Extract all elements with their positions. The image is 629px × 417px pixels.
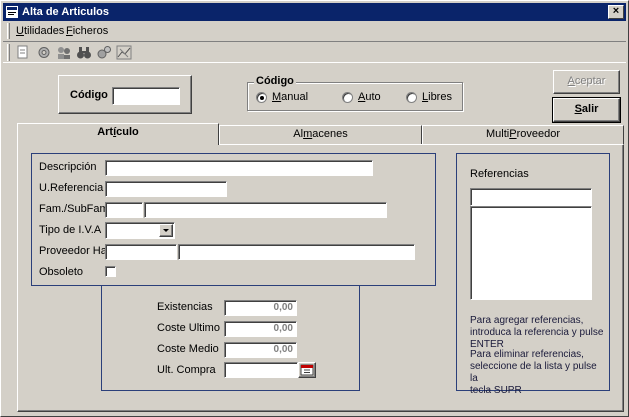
close-icon: × [612, 5, 620, 17]
radio-manual-label: Manual [272, 91, 309, 103]
coste-ultimo-label: Coste Ultimo [157, 322, 220, 334]
toolbar-gear-button[interactable] [34, 44, 54, 62]
radio-auto-dot [342, 92, 353, 103]
menu-ficheros-label: icheros [72, 25, 109, 37]
tipo-iva-select[interactable] [105, 222, 175, 239]
tab-articulo-label: Artículo [97, 126, 139, 138]
obsoleto-label: Obsoleto [39, 266, 84, 278]
referencias-title: Referencias [470, 168, 529, 180]
salir-label: Salir [574, 103, 599, 115]
toolbar-grip [7, 44, 10, 61]
tab-almacenes-label: Almacenes [293, 128, 348, 140]
radio-manual-dot [256, 92, 267, 103]
menu-ficheros-accel: F [66, 25, 73, 37]
existencias-label: Existencias [157, 301, 213, 313]
toolbar-people-button[interactable] [54, 44, 74, 62]
window-title: Alta de Articulos [22, 6, 109, 18]
app-icon [6, 6, 18, 18]
document-icon [17, 45, 28, 59]
ult-compra-label: Ult. Compra [157, 364, 216, 376]
toolbar-gears-button[interactable] [94, 44, 114, 62]
menu-utilidades[interactable]: Utilidades [16, 25, 64, 37]
binoculars-icon [77, 47, 91, 59]
familia-input[interactable] [105, 202, 143, 218]
ult-compra-input[interactable] [224, 362, 298, 378]
toolbar [3, 41, 626, 63]
aceptar-label: Aceptar [567, 75, 606, 87]
coste-medio-label: Coste Medio [157, 343, 219, 355]
famsubfam-label: Fam./SubFam. [39, 203, 112, 215]
tipo-iva-label: Tipo de I.V.A [39, 224, 102, 236]
menu-grip [7, 23, 10, 39]
chart-icon [116, 45, 132, 60]
radio-libres-dot [406, 92, 417, 103]
tab-multiproveedor-label: MultiProveedor [486, 128, 560, 140]
referencias-list[interactable] [470, 206, 592, 300]
menu-utilidades-label: tilidades [23, 25, 65, 37]
calendar-button[interactable] [298, 362, 316, 378]
referencia-input[interactable] [470, 188, 592, 206]
codigo-label: Código [70, 89, 108, 101]
calendar-icon [300, 364, 314, 376]
descripcion-input[interactable] [105, 160, 373, 176]
proveedor-codigo-input[interactable] [105, 244, 177, 260]
menu-bar: Utilidades Ficheros [3, 22, 626, 40]
codigo-panel: Código [58, 75, 192, 114]
tab-articulo[interactable]: Artículo [17, 123, 219, 145]
proveedor-nombre-input[interactable] [178, 244, 415, 260]
menu-ficheros[interactable]: Ficheros [66, 25, 108, 37]
obsoleto-checkbox[interactable] [105, 266, 116, 277]
descripcion-label: Descripción [39, 161, 97, 173]
aceptar-button[interactable]: Aceptar [553, 70, 620, 94]
codigo-mode-group: Código Manual Auto Libres [247, 75, 463, 111]
title-bar[interactable]: Alta de Articulos × [3, 3, 626, 21]
radio-libres-label: Libres [422, 91, 452, 103]
existencias-input[interactable]: 0,00 [224, 300, 297, 316]
gear-icon [38, 47, 50, 58]
app-window: Alta de Articulos × Utilidades Ficheros … [0, 0, 629, 417]
codigo-input[interactable] [112, 87, 180, 105]
codigo-mode-title: Código [254, 75, 296, 87]
toolbar-document-button[interactable] [14, 44, 34, 62]
radio-auto-label: Auto [358, 91, 381, 103]
chevron-down-icon[interactable] [159, 224, 173, 237]
tab-almacenes[interactable]: Almacenes [219, 125, 422, 145]
menu-utilidades-accel: U [16, 25, 24, 37]
gears-icon [97, 46, 111, 59]
toolbar-chart-button[interactable] [114, 44, 134, 62]
referencias-help-add: Para agregar referencias, introduca la r… [470, 315, 604, 350]
referencias-help-remove: Para eliminar referencias, seleccione de… [470, 349, 597, 396]
ureferencia-input[interactable] [105, 181, 227, 197]
coste-ultimo-input[interactable]: 0,00 [224, 321, 297, 337]
people-icon [58, 47, 70, 59]
tab-multiproveedor[interactable]: MultiProveedor [422, 125, 624, 145]
coste-medio-input[interactable]: 0,00 [224, 342, 297, 358]
subfamilia-input[interactable] [144, 202, 387, 218]
ureferencia-label: U.Referencia [39, 182, 104, 194]
close-button[interactable]: × [608, 5, 624, 19]
salir-button[interactable]: Salir [552, 97, 621, 123]
toolbar-binoculars-button[interactable] [74, 44, 94, 62]
